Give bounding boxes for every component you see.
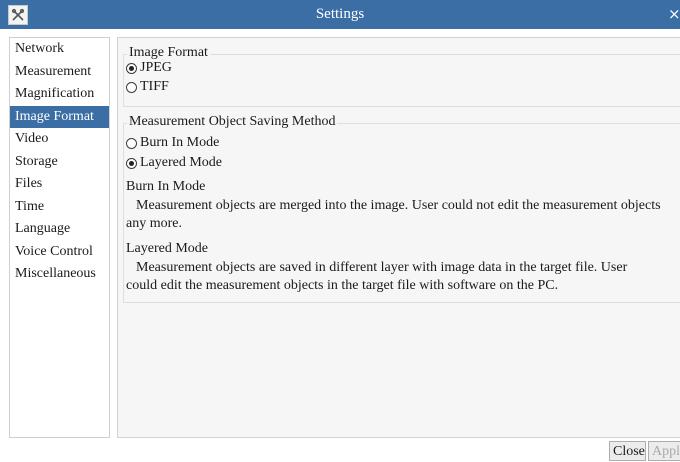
sidebar-item-language[interactable]: Language — [10, 218, 109, 241]
sidebar-item-files[interactable]: Files — [10, 173, 109, 196]
sidebar-item-time[interactable]: Time — [10, 196, 109, 219]
settings-sidebar: Network Measurement Magnification Image … — [9, 37, 110, 438]
layered-label: Layered Mode — [140, 155, 223, 170]
sidebar-item-video[interactable]: Video — [10, 128, 109, 151]
window-title: Settings — [315, 6, 365, 22]
jpeg-radio-option[interactable]: JPEG — [126, 59, 172, 77]
radio-unchecked-icon[interactable] — [126, 81, 137, 93]
radio-checked-icon[interactable] — [126, 157, 137, 169]
sidebar-item-storage[interactable]: Storage — [10, 151, 109, 174]
radio-unchecked-icon[interactable] — [126, 137, 137, 149]
layered-radio-option[interactable]: Layered Mode — [126, 154, 222, 172]
sidebar-item-measurement[interactable]: Measurement — [10, 61, 109, 84]
sidebar-item-magnification[interactable]: Magnification — [10, 83, 109, 106]
close-button[interactable]: Close — [609, 441, 646, 461]
burn-in-label: Burn In Mode — [140, 135, 220, 150]
sidebar-item-image-format[interactable]: Image Format — [10, 105, 109, 128]
burn-in-radio-option[interactable]: Burn In Mode — [126, 134, 219, 152]
saving-method-title: Measurement Object Saving Method — [127, 114, 338, 130]
saving-method-group: Measurement Object Saving Method Burn In… — [123, 114, 680, 303]
sidebar-item-voice-control[interactable]: Voice Control — [10, 241, 109, 264]
burn-in-description-text: Measurement objects are merged into the … — [126, 198, 661, 231]
tiff-label: TIFF — [140, 79, 169, 94]
image-format-group: Image Format JPEG TIFF — [123, 45, 680, 107]
title-bar[interactable]: Settings × — [0, 0, 680, 30]
settings-window: Network Measurement Magnification Image … — [0, 29, 680, 461]
apply-button[interactable]: Apply — [648, 441, 680, 461]
tiff-radio-option[interactable]: TIFF — [126, 78, 169, 96]
image-format-panel: Image Format JPEG TIFF Measurement Objec… — [117, 37, 680, 438]
layered-description-title: Layered Mode — [126, 241, 209, 256]
close-icon[interactable]: × — [668, 5, 680, 23]
jpeg-label: JPEG — [140, 60, 172, 75]
sidebar-item-network[interactable]: Network — [10, 38, 109, 61]
layered-description-text: Measurement objects are saved in differe… — [126, 260, 628, 293]
sidebar-item-miscellaneous[interactable]: Miscellaneous — [10, 263, 109, 286]
burn-in-description-title: Burn In Mode — [126, 179, 206, 194]
radio-checked-icon[interactable] — [126, 62, 137, 74]
